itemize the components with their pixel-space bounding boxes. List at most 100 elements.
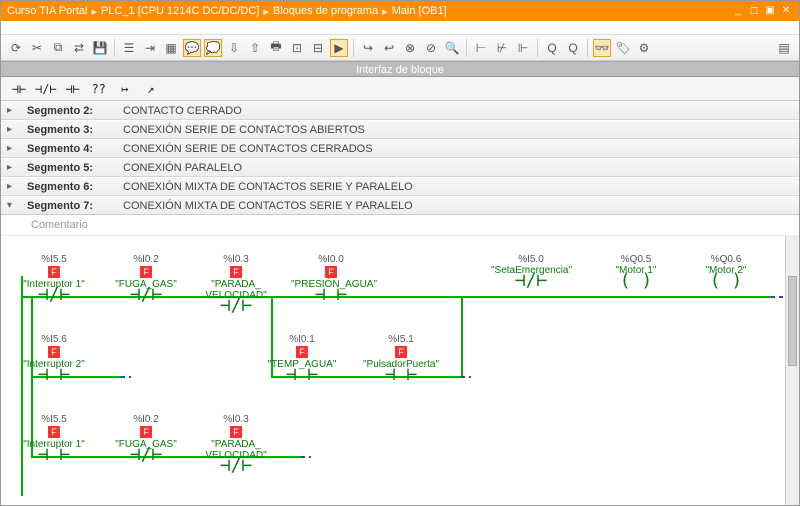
segment-row[interactable]: ▸Segmento 5:CONEXIÓN PARALELO — [1, 158, 799, 177]
chevron-right-icon: ▸ — [7, 143, 17, 154]
tool-q2-icon[interactable]: Q — [564, 39, 582, 57]
element-address: %I5.5 — [14, 414, 94, 425]
ladder-diagram[interactable]: %I5.5F"Interruptor 1"⊣/⊢%I0.2F"FUGA_GAS"… — [1, 236, 799, 505]
tool-glasses-icon[interactable]: 👓 — [593, 39, 611, 57]
crumb-sep-icon: ▸ — [263, 5, 269, 18]
force-badge: F — [395, 346, 407, 358]
tool-q1-icon[interactable]: Q — [543, 39, 561, 57]
force-badge: F — [48, 266, 60, 278]
element-address: %I5.1 — [361, 334, 441, 345]
ladder-box[interactable]: ?? — [89, 80, 109, 98]
segment-row-open[interactable]: ▾Segmento 7:CONEXIÓN MIXTA DE CONTACTOS … — [1, 196, 799, 215]
force-badge: F — [325, 266, 337, 278]
tool-block-icon[interactable]: ▦ — [162, 39, 180, 57]
segment-row[interactable]: ▸Segmento 4:CONEXIÓN SERIE DE CONTACTOS … — [1, 139, 799, 158]
tool-panel-icon[interactable]: ▤ — [775, 39, 793, 57]
force-badge: F — [230, 426, 242, 438]
contact-icon: ⊣ ⊢ — [361, 370, 441, 386]
contact-icon: ⊣ ⊢ — [14, 370, 94, 386]
tool-chat-icon[interactable]: 💬 — [183, 39, 201, 57]
ladder-branch[interactable]: ↦ — [115, 80, 135, 98]
tool-find-icon[interactable]: 🔍 — [443, 39, 461, 57]
ladder-element[interactable]: %I5.5F"Interruptor 1"⊣ ⊢ — [14, 414, 94, 466]
tool-save-icon[interactable]: 💾 — [91, 39, 109, 57]
ladder-element[interactable]: %I0.1F"TEMP_AGUA"⊣ ⊢ — [262, 334, 342, 386]
force-badge: F — [140, 266, 152, 278]
tool-sync-icon[interactable]: ⇄ — [70, 39, 88, 57]
ladder-element[interactable]: %I5.0"SetaEmergencia"⊣/⊢ — [491, 254, 571, 292]
contact-icon: ( ) — [686, 276, 766, 292]
block-interface-header[interactable]: Interfaz de bloque — [1, 61, 799, 77]
tool-play-icon[interactable]: ▶ — [330, 39, 348, 57]
ladder-nc-contact[interactable]: ⊣/⊢ — [35, 80, 57, 98]
ladder-branch-close[interactable]: ↗ — [141, 80, 161, 98]
tool-stop-icon[interactable]: ⊟ — [309, 39, 327, 57]
element-address: %Q0.5 — [596, 254, 676, 265]
chevron-right-icon: ▸ — [7, 124, 17, 135]
contact-icon: ⊣ ⊢ — [14, 450, 94, 466]
ladder-element-toolbar: ⊣⊢ ⊣/⊢ ⊣⊢ ?? ↦ ↗ — [1, 77, 799, 101]
tool-tag-icon[interactable]: 🏷 — [614, 39, 632, 57]
chevron-down-icon: ▾ — [7, 200, 17, 211]
segment-row[interactable]: ▸Segmento 3:CONEXIÓN SERIE DE CONTACTOS … — [1, 120, 799, 139]
ladder-element[interactable]: %I0.3F"PARADA_VELOCIDAD"⊣/⊢ — [196, 414, 276, 477]
tool-indent-icon[interactable]: ⇥ — [141, 39, 159, 57]
close-button[interactable]: ✕ — [779, 4, 793, 18]
minimize-button[interactable]: _ — [731, 4, 745, 18]
contact-icon: ⊣/⊢ — [106, 290, 186, 306]
crumb-0[interactable]: Curso TIA Portal — [7, 5, 88, 17]
crumb-2[interactable]: Bloques de programa — [273, 5, 378, 17]
tool-upload-icon[interactable]: ⇧ — [246, 39, 264, 57]
segment-list: ▸Segmento 2:CONTACTO CERRADO ▸Segmento 3… — [1, 101, 799, 215]
tool-net3-icon[interactable]: ⊩ — [514, 39, 532, 57]
tool-cross-icon[interactable]: ⊗ — [401, 39, 419, 57]
tool-print-icon[interactable]: 🖶 — [267, 39, 285, 57]
contact-icon: ⊣/⊢ — [196, 461, 276, 477]
tool-refresh-icon[interactable]: ⟳ — [7, 39, 25, 57]
maximize-button[interactable]: ▣ — [763, 4, 777, 18]
segment-comment[interactable]: Comentario — [1, 215, 799, 236]
tool-download-icon[interactable]: ⇩ — [225, 39, 243, 57]
segment-row[interactable]: ▸Segmento 6:CONEXIÓN MIXTA DE CONTACTOS … — [1, 177, 799, 196]
force-badge: F — [230, 266, 242, 278]
contact-icon: ⊣/⊢ — [14, 290, 94, 306]
tool-monitor-icon[interactable]: ⊡ — [288, 39, 306, 57]
tool-goto-icon[interactable]: ↪ — [359, 39, 377, 57]
ladder-element[interactable]: %I5.5F"Interruptor 1"⊣/⊢ — [14, 254, 94, 306]
ladder-no-contact[interactable]: ⊣⊢ — [9, 80, 29, 98]
ladder-element[interactable]: %I5.1F"PulsadorPuerta"⊣ ⊢ — [361, 334, 441, 386]
contact-icon: ⊣/⊢ — [491, 276, 571, 292]
tool-chat2-icon[interactable]: 💭 — [204, 39, 222, 57]
crumb-1[interactable]: PLC_1 [CPU 1214C DC/DC/DC] — [101, 5, 259, 17]
crumb-3[interactable]: Main [OB1] — [392, 5, 447, 17]
main-toolbar: ⟳ ✂ ⧉ ⇄ 💾 ☰ ⇥ ▦ 💬 💭 ⇩ ⇧ 🖶 ⊡ ⊟ ▶ ↪ ↩ ⊗ ⊘ … — [1, 35, 799, 61]
ladder-element[interactable]: %I0.3F"PARADA_VELOCIDAD"⊣/⊢ — [196, 254, 276, 317]
tool-cross2-icon[interactable]: ⊘ — [422, 39, 440, 57]
ladder-element[interactable]: %I0.2F"FUGA_GAS"⊣/⊢ — [106, 414, 186, 466]
ladder-coil[interactable]: ⊣⊢ — [63, 80, 83, 98]
crumb-sep-icon: ▸ — [382, 5, 388, 18]
ladder-element[interactable]: %Q0.5"Motor 1"( ) — [596, 254, 676, 292]
ladder-element[interactable]: %I0.0F"PRESIÓN_AGUA"⊣ ⊢ — [291, 254, 371, 306]
vertical-scrollbar[interactable] — [785, 236, 799, 505]
crumb-sep-icon: ▸ — [92, 5, 98, 18]
tool-net1-icon[interactable]: ⊢ — [472, 39, 490, 57]
element-address: %I5.5 — [14, 254, 94, 265]
chevron-right-icon: ▸ — [7, 181, 17, 192]
tool-dup-icon[interactable]: ⧉ — [49, 39, 67, 57]
tool-list-icon[interactable]: ☰ — [120, 39, 138, 57]
contact-icon: ⊣ ⊢ — [291, 290, 371, 306]
tool-goto2-icon[interactable]: ↩ — [380, 39, 398, 57]
scroll-thumb[interactable] — [788, 276, 797, 366]
segment-row[interactable]: ▸Segmento 2:CONTACTO CERRADO — [1, 101, 799, 120]
force-badge: F — [48, 346, 60, 358]
tool-cut-icon[interactable]: ✂ — [28, 39, 46, 57]
tool-net2-icon[interactable]: ⊬ — [493, 39, 511, 57]
restore-button[interactable]: ◻ — [747, 4, 761, 18]
element-address: %I0.2 — [106, 254, 186, 265]
ladder-element[interactable]: %I5.6F"Interruptor 2"⊣ ⊢ — [14, 334, 94, 386]
tool-config-icon[interactable]: ⚙ — [635, 39, 653, 57]
contact-icon: ⊣/⊢ — [196, 301, 276, 317]
ladder-element[interactable]: %Q0.6"Motor 2"( ) — [686, 254, 766, 292]
ladder-element[interactable]: %I0.2F"FUGA_GAS"⊣/⊢ — [106, 254, 186, 306]
